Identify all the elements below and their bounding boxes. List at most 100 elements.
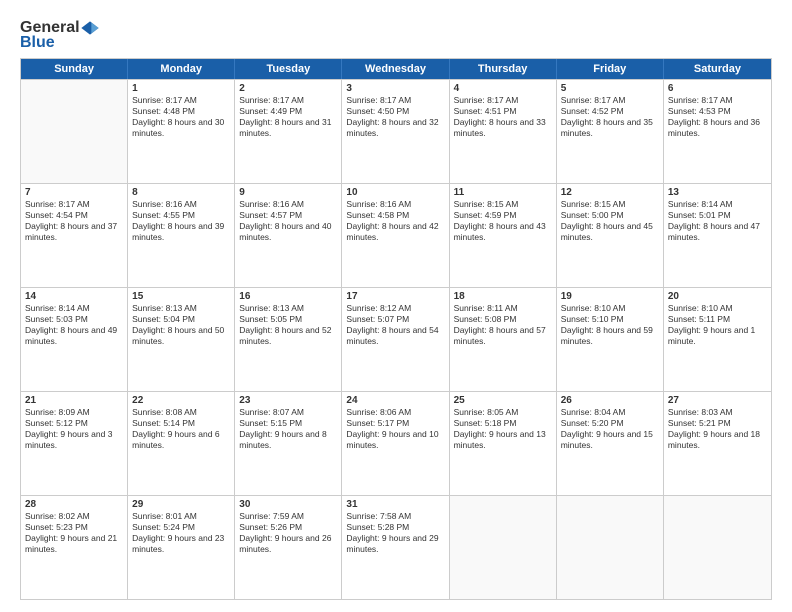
calendar-cell: 25Sunrise: 8:05 AM Sunset: 5:18 PM Dayli… — [450, 392, 557, 495]
day-info: Sunrise: 8:03 AM Sunset: 5:21 PM Dayligh… — [668, 407, 767, 451]
day-info: Sunrise: 7:58 AM Sunset: 5:28 PM Dayligh… — [346, 511, 444, 555]
day-info: Sunrise: 8:04 AM Sunset: 5:20 PM Dayligh… — [561, 407, 659, 451]
day-number: 24 — [346, 395, 444, 406]
day-number: 8 — [132, 187, 230, 198]
day-number: 2 — [239, 83, 337, 94]
calendar-day-header: Saturday — [664, 59, 771, 79]
calendar-cell: 16Sunrise: 8:13 AM Sunset: 5:05 PM Dayli… — [235, 288, 342, 391]
day-number: 19 — [561, 291, 659, 302]
calendar-cell: 6Sunrise: 8:17 AM Sunset: 4:53 PM Daylig… — [664, 80, 771, 183]
calendar-cell: 29Sunrise: 8:01 AM Sunset: 5:24 PM Dayli… — [128, 496, 235, 599]
calendar-cell: 19Sunrise: 8:10 AM Sunset: 5:10 PM Dayli… — [557, 288, 664, 391]
day-number: 12 — [561, 187, 659, 198]
calendar-week-row: 14Sunrise: 8:14 AM Sunset: 5:03 PM Dayli… — [21, 287, 771, 391]
calendar: SundayMondayTuesdayWednesdayThursdayFrid… — [20, 58, 772, 600]
calendar-day-header: Wednesday — [342, 59, 449, 79]
day-number: 23 — [239, 395, 337, 406]
calendar-day-header: Friday — [557, 59, 664, 79]
calendar-cell: 13Sunrise: 8:14 AM Sunset: 5:01 PM Dayli… — [664, 184, 771, 287]
day-info: Sunrise: 8:02 AM Sunset: 5:23 PM Dayligh… — [25, 511, 123, 555]
calendar-cell: 7Sunrise: 8:17 AM Sunset: 4:54 PM Daylig… — [21, 184, 128, 287]
calendar-week-row: 1Sunrise: 8:17 AM Sunset: 4:48 PM Daylig… — [21, 79, 771, 183]
calendar-cell: 12Sunrise: 8:15 AM Sunset: 5:00 PM Dayli… — [557, 184, 664, 287]
day-number: 31 — [346, 499, 444, 510]
calendar-cell — [664, 496, 771, 599]
calendar-day-header: Thursday — [450, 59, 557, 79]
day-info: Sunrise: 8:13 AM Sunset: 5:05 PM Dayligh… — [239, 303, 337, 347]
calendar-cell: 3Sunrise: 8:17 AM Sunset: 4:50 PM Daylig… — [342, 80, 449, 183]
day-info: Sunrise: 8:16 AM Sunset: 4:57 PM Dayligh… — [239, 199, 337, 243]
calendar-cell — [21, 80, 128, 183]
calendar-cell: 8Sunrise: 8:16 AM Sunset: 4:55 PM Daylig… — [128, 184, 235, 287]
day-info: Sunrise: 8:14 AM Sunset: 5:03 PM Dayligh… — [25, 303, 123, 347]
day-number: 18 — [454, 291, 552, 302]
day-number: 7 — [25, 187, 123, 198]
day-info: Sunrise: 8:11 AM Sunset: 5:08 PM Dayligh… — [454, 303, 552, 347]
day-number: 20 — [668, 291, 767, 302]
day-number: 22 — [132, 395, 230, 406]
calendar-cell: 10Sunrise: 8:16 AM Sunset: 4:58 PM Dayli… — [342, 184, 449, 287]
calendar-cell: 5Sunrise: 8:17 AM Sunset: 4:52 PM Daylig… — [557, 80, 664, 183]
calendar-cell: 24Sunrise: 8:06 AM Sunset: 5:17 PM Dayli… — [342, 392, 449, 495]
day-info: Sunrise: 8:05 AM Sunset: 5:18 PM Dayligh… — [454, 407, 552, 451]
calendar-cell: 31Sunrise: 7:58 AM Sunset: 5:28 PM Dayli… — [342, 496, 449, 599]
calendar-cell: 26Sunrise: 8:04 AM Sunset: 5:20 PM Dayli… — [557, 392, 664, 495]
day-number: 6 — [668, 83, 767, 94]
day-number: 9 — [239, 187, 337, 198]
calendar-cell: 27Sunrise: 8:03 AM Sunset: 5:21 PM Dayli… — [664, 392, 771, 495]
day-info: Sunrise: 8:07 AM Sunset: 5:15 PM Dayligh… — [239, 407, 337, 451]
calendar-cell: 21Sunrise: 8:09 AM Sunset: 5:12 PM Dayli… — [21, 392, 128, 495]
day-info: Sunrise: 8:15 AM Sunset: 5:00 PM Dayligh… — [561, 199, 659, 243]
logo-blue: Blue — [20, 34, 55, 52]
day-number: 26 — [561, 395, 659, 406]
day-info: Sunrise: 8:01 AM Sunset: 5:24 PM Dayligh… — [132, 511, 230, 555]
day-number: 28 — [25, 499, 123, 510]
calendar-header: SundayMondayTuesdayWednesdayThursdayFrid… — [21, 59, 771, 79]
day-info: Sunrise: 8:15 AM Sunset: 4:59 PM Dayligh… — [454, 199, 552, 243]
day-number: 21 — [25, 395, 123, 406]
day-info: Sunrise: 8:10 AM Sunset: 5:10 PM Dayligh… — [561, 303, 659, 347]
calendar-cell — [450, 496, 557, 599]
day-info: Sunrise: 8:10 AM Sunset: 5:11 PM Dayligh… — [668, 303, 767, 347]
page: General Blue SundayMondayTuesdayWednesda… — [0, 0, 792, 612]
calendar-cell: 18Sunrise: 8:11 AM Sunset: 5:08 PM Dayli… — [450, 288, 557, 391]
day-number: 15 — [132, 291, 230, 302]
day-info: Sunrise: 8:09 AM Sunset: 5:12 PM Dayligh… — [25, 407, 123, 451]
day-number: 5 — [561, 83, 659, 94]
calendar-cell: 1Sunrise: 8:17 AM Sunset: 4:48 PM Daylig… — [128, 80, 235, 183]
day-info: Sunrise: 8:17 AM Sunset: 4:53 PM Dayligh… — [668, 95, 767, 139]
day-info: Sunrise: 8:16 AM Sunset: 4:55 PM Dayligh… — [132, 199, 230, 243]
day-number: 14 — [25, 291, 123, 302]
calendar-cell — [557, 496, 664, 599]
day-info: Sunrise: 8:17 AM Sunset: 4:52 PM Dayligh… — [561, 95, 659, 139]
day-number: 16 — [239, 291, 337, 302]
calendar-cell: 17Sunrise: 8:12 AM Sunset: 5:07 PM Dayli… — [342, 288, 449, 391]
calendar-cell: 28Sunrise: 8:02 AM Sunset: 5:23 PM Dayli… — [21, 496, 128, 599]
day-number: 13 — [668, 187, 767, 198]
day-number: 3 — [346, 83, 444, 94]
calendar-day-header: Tuesday — [235, 59, 342, 79]
calendar-cell: 11Sunrise: 8:15 AM Sunset: 4:59 PM Dayli… — [450, 184, 557, 287]
day-info: Sunrise: 7:59 AM Sunset: 5:26 PM Dayligh… — [239, 511, 337, 555]
logo-icon — [80, 18, 100, 38]
header: General Blue — [20, 18, 772, 52]
day-info: Sunrise: 8:17 AM Sunset: 4:48 PM Dayligh… — [132, 95, 230, 139]
day-info: Sunrise: 8:17 AM Sunset: 4:51 PM Dayligh… — [454, 95, 552, 139]
day-number: 25 — [454, 395, 552, 406]
day-info: Sunrise: 8:16 AM Sunset: 4:58 PM Dayligh… — [346, 199, 444, 243]
calendar-cell: 14Sunrise: 8:14 AM Sunset: 5:03 PM Dayli… — [21, 288, 128, 391]
day-info: Sunrise: 8:17 AM Sunset: 4:50 PM Dayligh… — [346, 95, 444, 139]
calendar-day-header: Sunday — [21, 59, 128, 79]
calendar-cell: 23Sunrise: 8:07 AM Sunset: 5:15 PM Dayli… — [235, 392, 342, 495]
day-info: Sunrise: 8:13 AM Sunset: 5:04 PM Dayligh… — [132, 303, 230, 347]
day-number: 27 — [668, 395, 767, 406]
day-info: Sunrise: 8:12 AM Sunset: 5:07 PM Dayligh… — [346, 303, 444, 347]
logo: General Blue — [20, 18, 100, 52]
calendar-cell: 9Sunrise: 8:16 AM Sunset: 4:57 PM Daylig… — [235, 184, 342, 287]
calendar-cell: 15Sunrise: 8:13 AM Sunset: 5:04 PM Dayli… — [128, 288, 235, 391]
calendar-cell: 4Sunrise: 8:17 AM Sunset: 4:51 PM Daylig… — [450, 80, 557, 183]
calendar-day-header: Monday — [128, 59, 235, 79]
calendar-body: 1Sunrise: 8:17 AM Sunset: 4:48 PM Daylig… — [21, 79, 771, 599]
calendar-cell: 30Sunrise: 7:59 AM Sunset: 5:26 PM Dayli… — [235, 496, 342, 599]
calendar-cell: 2Sunrise: 8:17 AM Sunset: 4:49 PM Daylig… — [235, 80, 342, 183]
